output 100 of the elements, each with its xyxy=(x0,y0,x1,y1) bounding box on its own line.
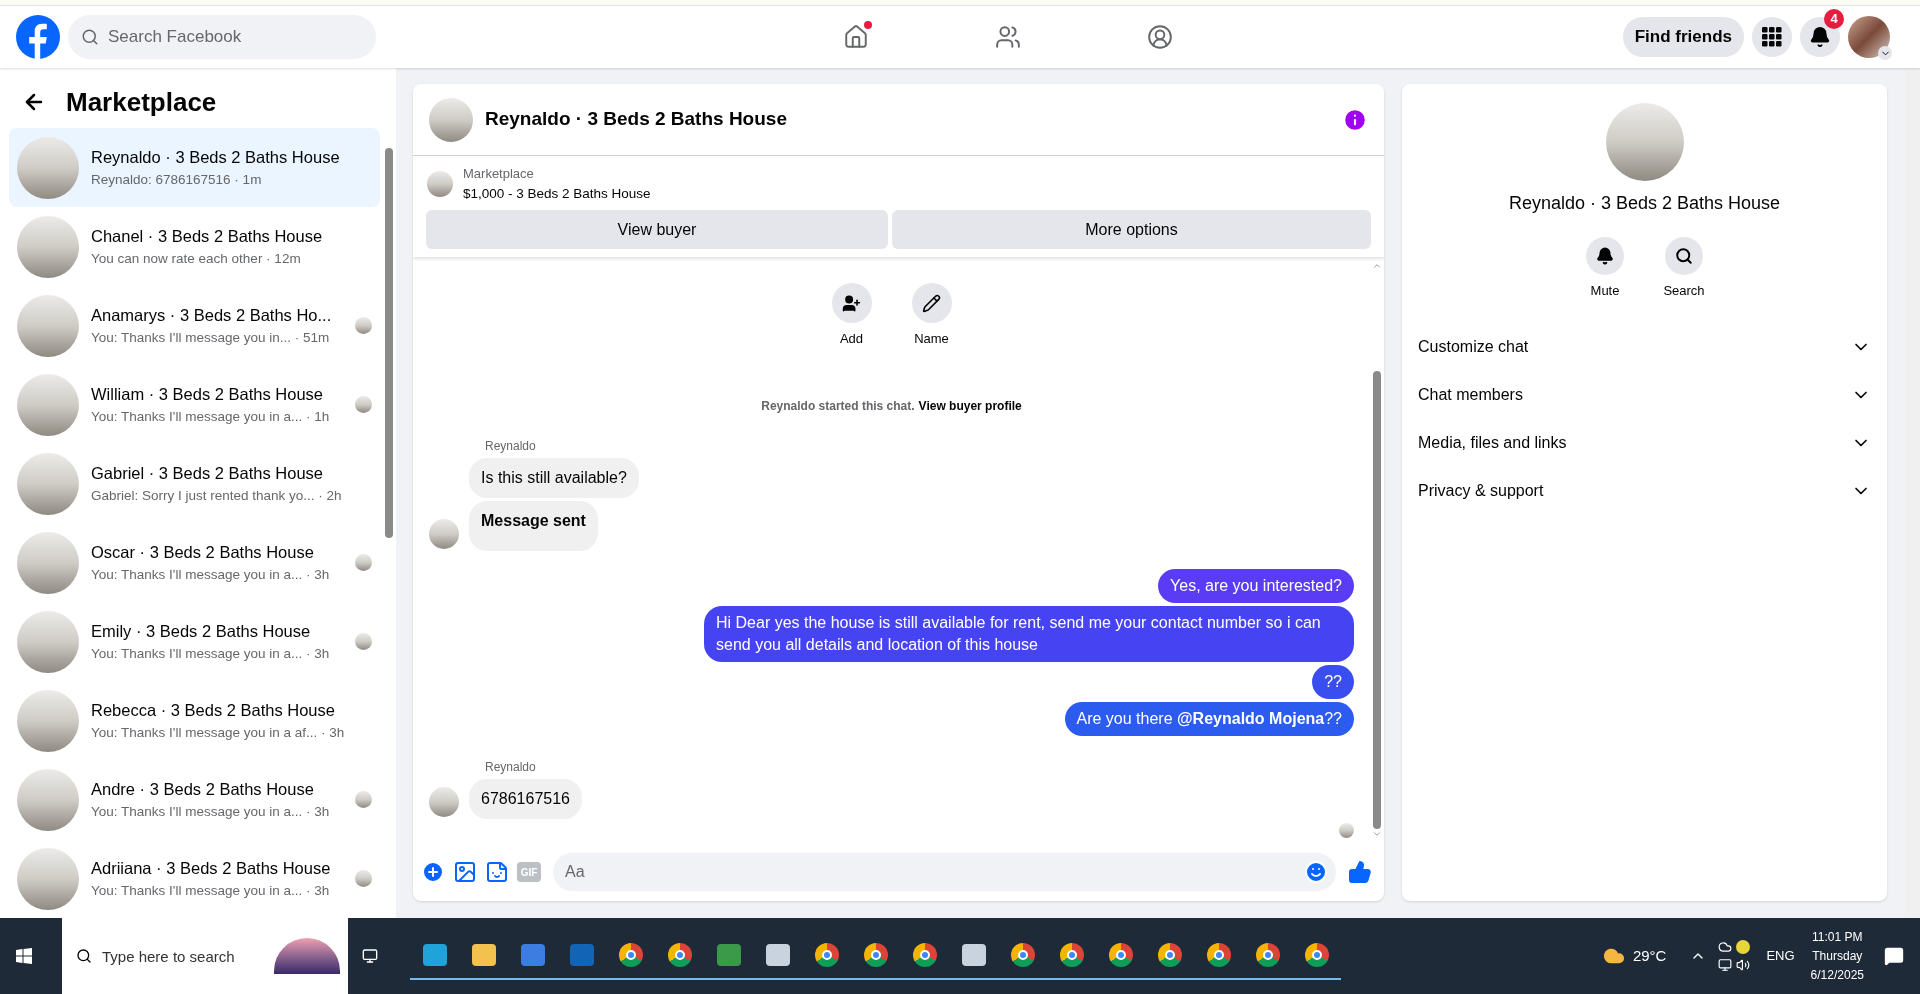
conversation-title: Chanel · 3 Beds 2 Baths House xyxy=(91,226,324,247)
message-field[interactable]: Aa xyxy=(553,853,1336,891)
input-language[interactable]: ENG xyxy=(1766,946,1795,966)
status-icon[interactable] xyxy=(1736,940,1751,954)
outgoing-message: Are you there @Reynaldo Mojena?? xyxy=(1064,701,1354,736)
conversation-title: Anamarys · 3 Beds 2 Baths Ho... xyxy=(91,305,333,326)
clock-day: Thursday xyxy=(1812,946,1863,966)
seen-avatar xyxy=(355,633,372,650)
home-icon xyxy=(843,24,869,50)
sender-name: Reynaldo xyxy=(485,437,537,455)
windows-start-icon[interactable] xyxy=(16,948,32,964)
conversation-item[interactable]: William · 3 Beds 2 Baths House You: Thanks I'll message you in a... · 1h xyxy=(9,365,380,444)
conversation-title: Reynaldo · 3 Beds 2 Baths House xyxy=(91,147,341,168)
page-scrollbar[interactable] xyxy=(1905,68,1920,918)
conversation-item[interactable]: Reynaldo · 3 Beds 2 Baths House Reynaldo: 6786167516 · 1m xyxy=(9,128,380,207)
conversation-preview: You: Thanks I'll message you in a... · 3h xyxy=(91,565,331,584)
conversation-item[interactable]: Anamarys · 3 Beds 2 Baths Ho... You: Thanks I'll message you in... · 51m xyxy=(9,286,380,365)
seen-avatar xyxy=(355,870,372,887)
volume-icon[interactable] xyxy=(1736,958,1751,972)
conversation-item[interactable]: Gabriel · 3 Beds 2 Baths House Gabriel: Sorry I just rented thank yo... · 2h xyxy=(9,444,380,523)
conversation-preview: Gabriel: Sorry I just rented thank yo... · 2h xyxy=(91,486,343,505)
outgoing-message: ?? xyxy=(1312,664,1354,699)
conversation-preview: You: Thanks I'll message you in a af... · 3h xyxy=(91,723,343,742)
conversation-preview: You: Thanks I'll message you in... · 51m xyxy=(91,328,331,347)
details-action[interactable]: Search xyxy=(1664,237,1704,301)
outgoing-message: Hi Dear yes the house is still available for rent, send me your contact number so i can send you all details and location of this house xyxy=(704,605,1354,662)
conversation-item[interactable]: Rebecca · 3 Beds 2 Baths House You: Thanks I'll message you in a af... · 3h xyxy=(9,681,380,760)
photo-placeholder xyxy=(429,97,473,142)
friends-icon xyxy=(995,24,1021,50)
menu-button[interactable] xyxy=(1752,17,1792,57)
sender-avatar xyxy=(429,786,459,817)
incoming-message: Message sent xyxy=(469,500,598,551)
listing-label: Marketplace xyxy=(463,165,535,183)
details-action[interactable]: Mute xyxy=(1585,237,1625,301)
conversation-preview: You: Thanks I'll message you in a... · 3h xyxy=(91,881,331,900)
details-section[interactable]: Customize chat xyxy=(1418,322,1871,371)
sticker-icon[interactable] xyxy=(485,860,509,884)
conversation-action[interactable]: Name xyxy=(909,283,954,349)
chat-action-button[interactable]: More options xyxy=(892,210,1371,249)
search-icon xyxy=(81,28,99,46)
conversation-action[interactable]: Add xyxy=(829,283,874,349)
sender-avatar xyxy=(429,518,459,549)
view-buyer-profile-link[interactable]: View buyer profile xyxy=(918,396,1022,415)
clock-time: 11:01 PM xyxy=(1812,928,1863,946)
conversation-item[interactable]: Oscar · 3 Beds 2 Baths House You: Thanks I'll message you in a... · 3h xyxy=(9,523,380,602)
scrollbar[interactable] xyxy=(1373,371,1381,829)
bell-icon xyxy=(1586,237,1624,275)
pencil-icon xyxy=(911,283,952,323)
chat-action-button[interactable]: View buyer xyxy=(426,210,888,249)
search-field[interactable]: Search Facebook xyxy=(68,15,376,59)
photo-icon[interactable] xyxy=(453,860,477,884)
conversation-item[interactable]: Chanel · 3 Beds 2 Baths House You can now rate each other · 12m xyxy=(9,207,380,286)
cloud-icon[interactable] xyxy=(1718,940,1733,954)
incoming-message: Is this still available? xyxy=(469,457,639,498)
details-section[interactable]: Privacy & support xyxy=(1418,466,1871,515)
clock-date: 6/12/2025 xyxy=(1810,966,1864,984)
outgoing-message: Yes, are you interested? xyxy=(1158,568,1354,603)
conversation-title: Gabriel · 3 Beds 2 Baths House xyxy=(91,463,325,484)
conversation-preview: You: Thanks I'll message you in a... · 1h xyxy=(91,407,331,426)
search-icon xyxy=(76,948,92,964)
account-avatar[interactable] xyxy=(1848,16,1890,58)
conversation-title: Adriiana · 3 Beds 2 Baths House xyxy=(91,858,332,879)
details-section[interactable]: Media, files and links xyxy=(1418,418,1871,467)
conversation-title: William · 3 Beds 2 Baths House xyxy=(91,384,324,405)
notification-badge: 4 xyxy=(1824,9,1844,29)
conversation-title: Andre · 3 Beds 2 Baths House xyxy=(91,779,315,800)
conversation-preview: You can now rate each other · 12m xyxy=(91,249,302,268)
temperature: 29°C xyxy=(1632,945,1667,966)
conversation-preview: Reynaldo: 6786167516 · 1m xyxy=(91,170,263,189)
conversation-preview: You: Thanks I'll message you in a... · 3h xyxy=(91,644,331,663)
like-icon[interactable] xyxy=(1348,860,1372,884)
seen-avatar xyxy=(355,791,372,808)
scroll-up-icon xyxy=(1372,261,1382,271)
chat-title: Reynaldo · 3 Beds 2 Baths House xyxy=(485,107,787,132)
plus-icon[interactable] xyxy=(421,860,445,884)
scrollbar[interactable] xyxy=(385,148,393,538)
sidebar-title: Marketplace xyxy=(66,85,217,119)
read-receipt-avatar xyxy=(1339,822,1354,838)
conversation-item[interactable]: Emily · 3 Beds 2 Baths House You: Thanks I'll message you in a... · 3h xyxy=(9,602,380,681)
seen-avatar xyxy=(355,396,372,413)
conversation-title: Oscar · 3 Beds 2 Baths House xyxy=(91,542,315,563)
seen-avatar xyxy=(355,554,372,571)
taskbar-search-field[interactable]: Type here to search xyxy=(62,918,348,994)
add-person-icon xyxy=(831,283,872,323)
scroll-down-icon xyxy=(1372,829,1382,839)
incoming-message: 6786167516 xyxy=(469,778,582,819)
notification-center-icon[interactable] xyxy=(1884,946,1904,966)
profile-icon xyxy=(1147,24,1173,50)
find-friends-button[interactable]: Find friends xyxy=(1622,17,1744,57)
photo-placeholder xyxy=(427,171,453,197)
details-section[interactable]: Chat members xyxy=(1418,370,1871,419)
sender-name: Reynaldo xyxy=(485,758,537,776)
conversation-item[interactable]: Andre · 3 Beds 2 Baths House You: Thanks I'll message you in a... · 3h xyxy=(9,760,380,839)
conversation-title: Rebecca · 3 Beds 2 Baths House xyxy=(91,700,336,721)
listing-title: $1,000 - 3 Beds 2 Baths House xyxy=(463,185,651,203)
details-title: Reynaldo · 3 Beds 2 Baths House xyxy=(1508,192,1781,215)
conversation-preview: You: Thanks I'll message you in a... · 3h xyxy=(91,802,331,821)
conversation-item[interactable]: Adriiana · 3 Beds 2 Baths House You: Thanks I'll message you in a... · 3h xyxy=(9,839,380,918)
chat-started-notice: Reynaldo started this chat. xyxy=(761,397,915,415)
facebook-logo[interactable] xyxy=(16,15,60,59)
